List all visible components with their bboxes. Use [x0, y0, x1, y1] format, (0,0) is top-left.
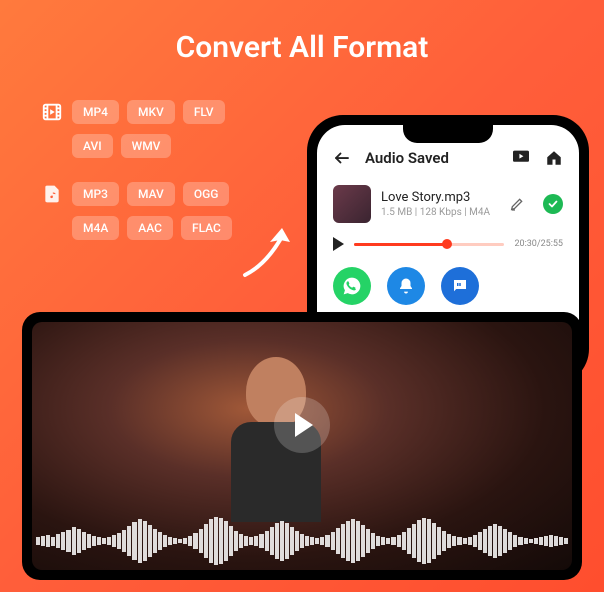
save-storage-icon[interactable] — [511, 149, 531, 167]
screen-title: Audio Saved — [365, 149, 497, 167]
notification-icon[interactable] — [387, 267, 425, 305]
whatsapp-icon[interactable] — [333, 267, 371, 305]
format-chip: MKV — [127, 100, 175, 124]
play-icon[interactable] — [333, 237, 344, 251]
time-display: 20:30/25:55 — [514, 239, 563, 249]
arrow-icon — [240, 220, 300, 270]
page-title: Convert All Format — [0, 0, 604, 65]
format-chip: AAC — [127, 216, 173, 240]
film-icon — [40, 100, 64, 124]
share-actions — [317, 263, 579, 309]
format-chip: MP4 — [72, 100, 119, 124]
audio-file-row: Love Story.mp3 1.5 MB | 128 Kbps | M4A — [317, 177, 579, 231]
audio-waveform — [36, 516, 568, 566]
audio-thumbnail — [333, 185, 371, 223]
format-chip: MAV — [127, 182, 175, 206]
format-chip: AVI — [72, 134, 113, 158]
play-overlay-icon[interactable] — [274, 397, 330, 453]
edit-icon[interactable] — [509, 196, 525, 212]
back-icon[interactable] — [333, 149, 351, 167]
format-chip: WMV — [121, 134, 172, 158]
audio-filename: Love Story.mp3 — [381, 190, 499, 205]
check-icon — [543, 194, 563, 214]
format-chip: OGG — [183, 182, 230, 206]
video-player — [22, 312, 582, 580]
progress-slider[interactable] — [354, 243, 504, 246]
audio-file-icon — [40, 182, 64, 206]
format-chip: M4A — [72, 216, 119, 240]
home-icon[interactable] — [545, 149, 563, 167]
format-chip: FLAC — [181, 216, 232, 240]
message-icon[interactable] — [441, 267, 479, 305]
format-chip: MP3 — [72, 182, 119, 206]
audio-player: 20:30/25:55 — [317, 231, 579, 263]
format-chip: FLV — [183, 100, 225, 124]
audio-metadata: 1.5 MB | 128 Kbps | M4A — [381, 207, 499, 218]
